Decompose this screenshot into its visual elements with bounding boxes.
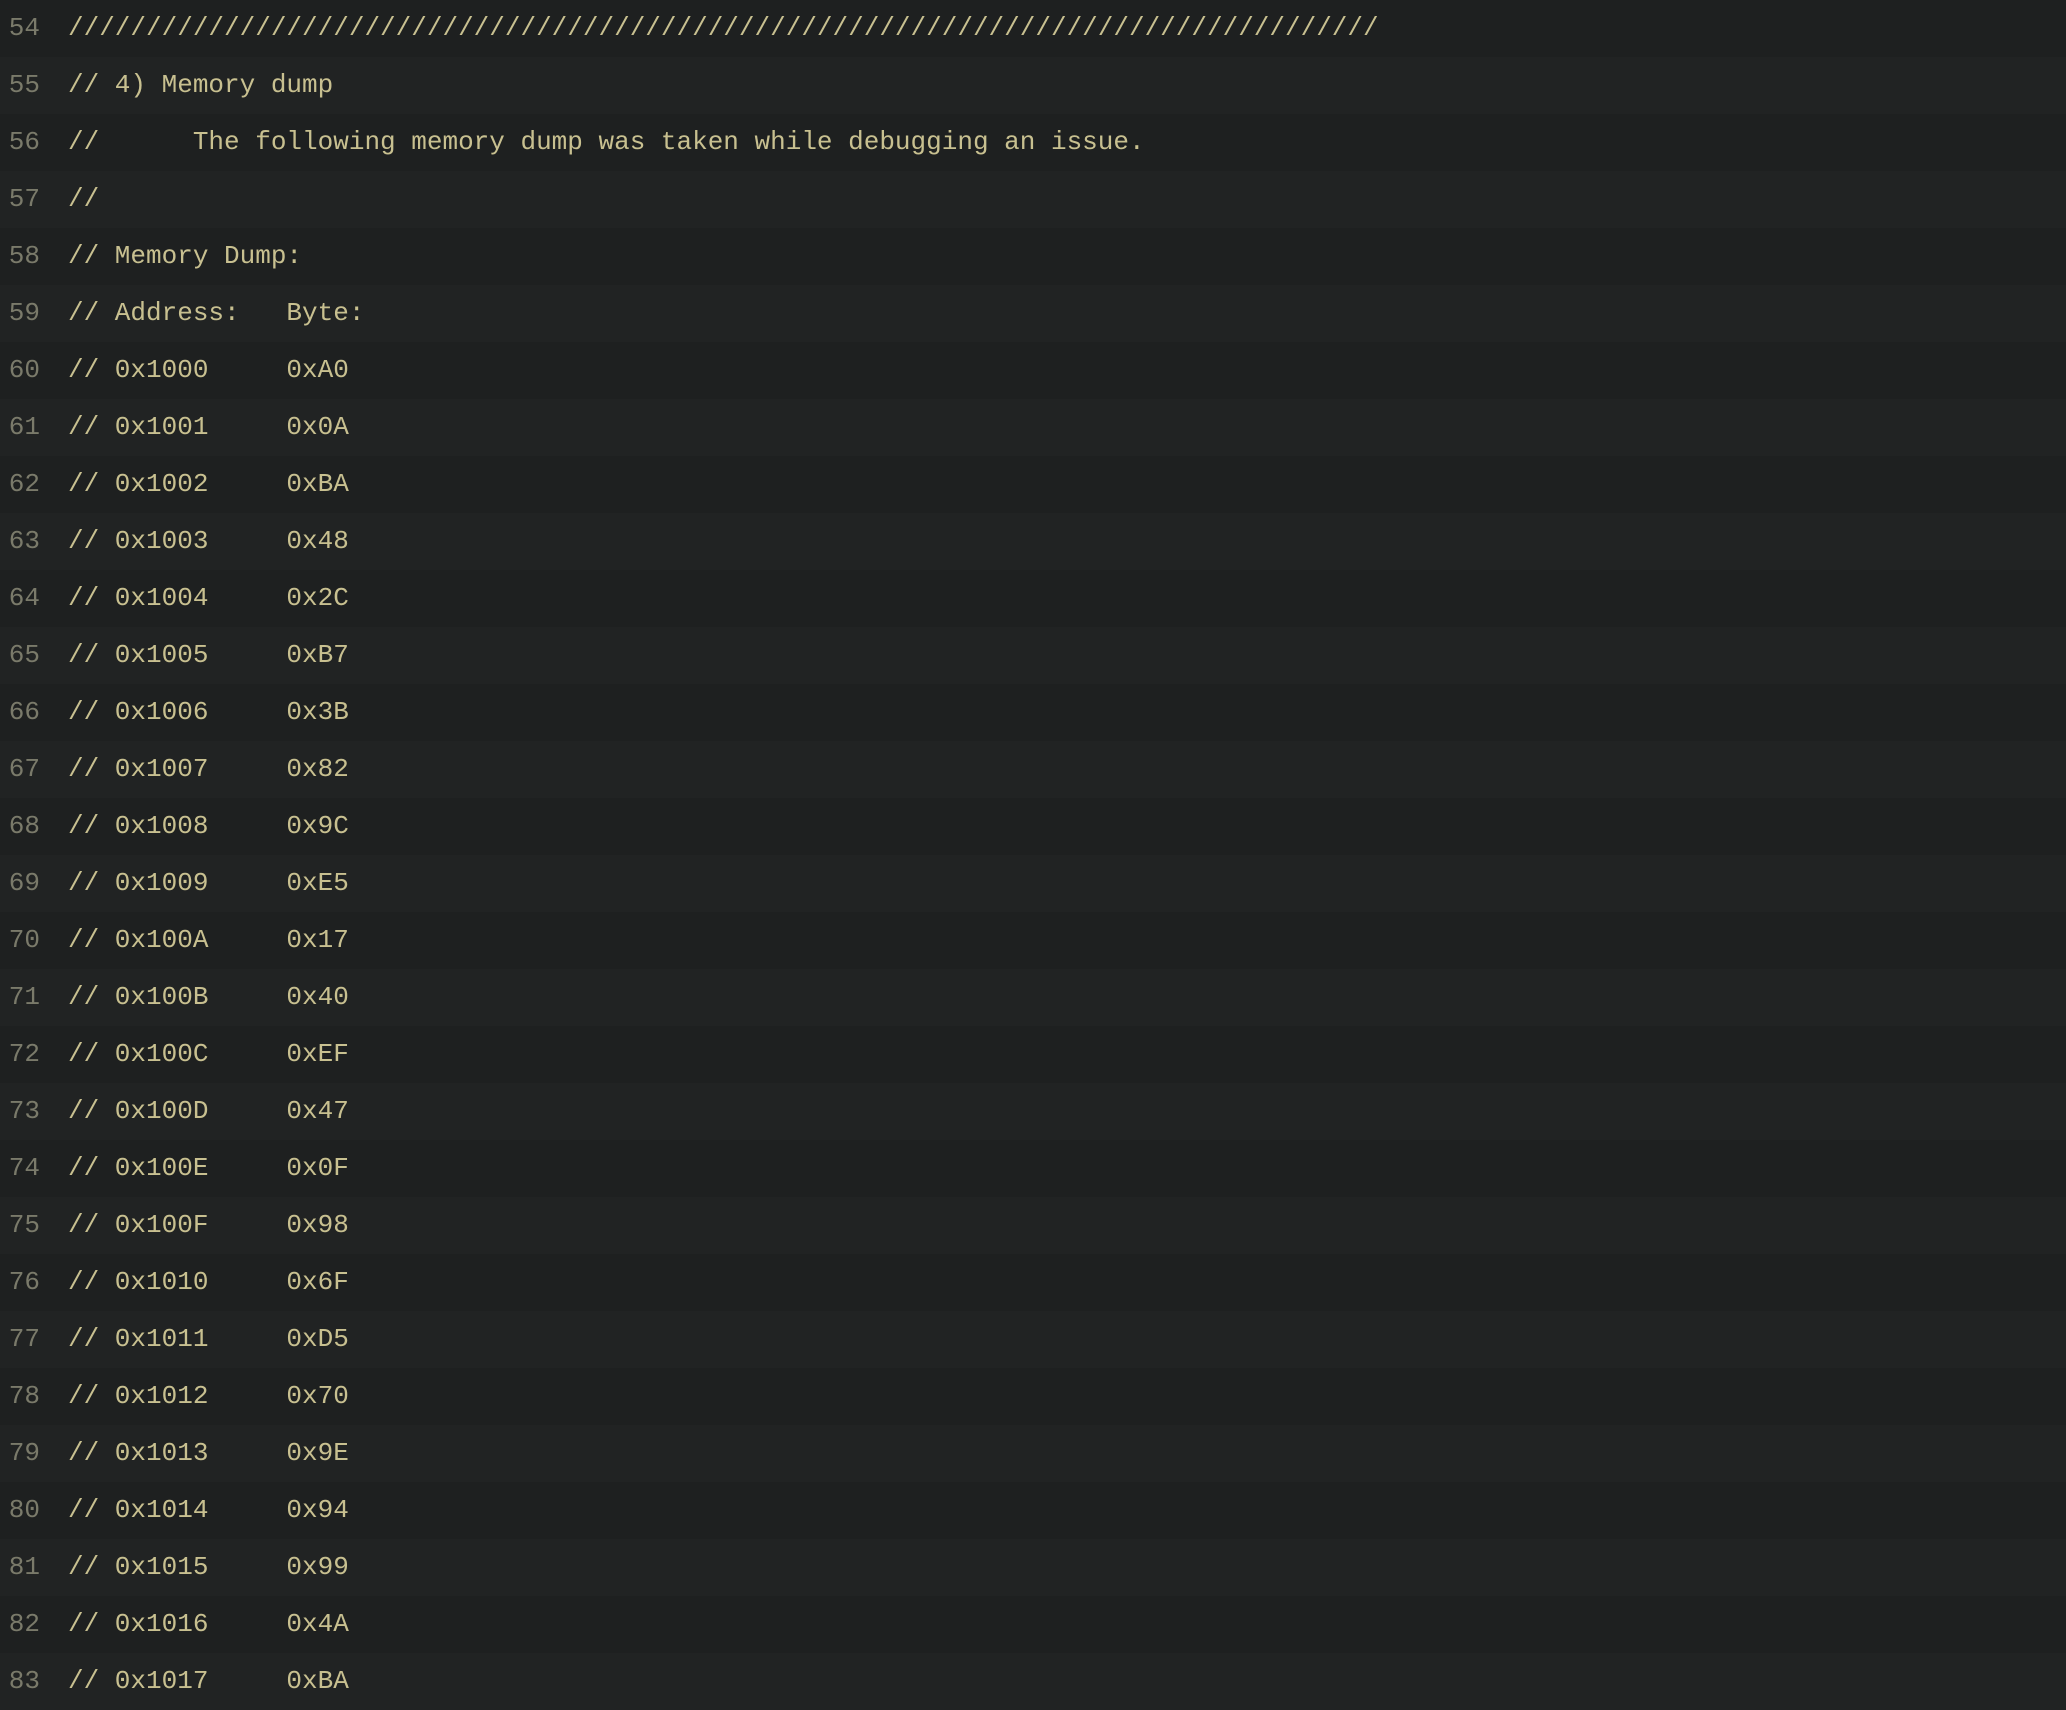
line-content: ////////////////////////////////////////… — [68, 0, 2066, 57]
line-content: // 0x1001 0x0A — [68, 399, 2066, 456]
line-number: 61 — [0, 399, 68, 456]
line-number: 68 — [0, 798, 68, 855]
line-content: // 0x1014 0x94 — [68, 1482, 2066, 1539]
code-line: 72// 0x100C 0xEF — [0, 1026, 2066, 1083]
line-content: // 0x100B 0x40 — [68, 969, 2066, 1026]
line-content: // 0x100A 0x17 — [68, 912, 2066, 969]
line-number: 54 — [0, 0, 68, 57]
code-line: 71// 0x100B 0x40 — [0, 969, 2066, 1026]
code-line: 69// 0x1009 0xE5 — [0, 855, 2066, 912]
line-number: 60 — [0, 342, 68, 399]
line-content: // 0x1017 0xBA — [68, 1653, 2066, 1710]
line-content: // 0x1016 0x4A — [68, 1596, 2066, 1653]
line-content: // 0x1015 0x99 — [68, 1539, 2066, 1596]
line-content: // 0x1005 0xB7 — [68, 627, 2066, 684]
line-content: // 0x1010 0x6F — [68, 1254, 2066, 1311]
code-line: 82// 0x1016 0x4A — [0, 1596, 2066, 1653]
line-number: 63 — [0, 513, 68, 570]
line-content: // — [68, 171, 2066, 228]
line-number: 69 — [0, 855, 68, 912]
line-number: 73 — [0, 1083, 68, 1140]
code-line: 64// 0x1004 0x2C — [0, 570, 2066, 627]
line-number: 62 — [0, 456, 68, 513]
code-line: 74// 0x100E 0x0F — [0, 1140, 2066, 1197]
code-line: 75// 0x100F 0x98 — [0, 1197, 2066, 1254]
line-content: // 0x1011 0xD5 — [68, 1311, 2066, 1368]
line-number: 72 — [0, 1026, 68, 1083]
code-line: 73// 0x100D 0x47 — [0, 1083, 2066, 1140]
code-line: 76// 0x1010 0x6F — [0, 1254, 2066, 1311]
line-content: // 0x1009 0xE5 — [68, 855, 2066, 912]
line-content: // 0x1004 0x2C — [68, 570, 2066, 627]
code-line: 61// 0x1001 0x0A — [0, 399, 2066, 456]
line-content: // 0x100C 0xEF — [68, 1026, 2066, 1083]
code-line: 81// 0x1015 0x99 — [0, 1539, 2066, 1596]
line-number: 79 — [0, 1425, 68, 1482]
line-content: // 0x1003 0x48 — [68, 513, 2066, 570]
line-content: // 0x1013 0x9E — [68, 1425, 2066, 1482]
line-number: 67 — [0, 741, 68, 798]
line-content: // 0x100F 0x98 — [68, 1197, 2066, 1254]
line-content: // 0x100E 0x0F — [68, 1140, 2066, 1197]
line-number: 64 — [0, 570, 68, 627]
code-line: 66// 0x1006 0x3B — [0, 684, 2066, 741]
code-line: 60// 0x1000 0xA0 — [0, 342, 2066, 399]
line-number: 80 — [0, 1482, 68, 1539]
code-line: 57// — [0, 171, 2066, 228]
code-line: 77// 0x1011 0xD5 — [0, 1311, 2066, 1368]
code-line: 63// 0x1003 0x48 — [0, 513, 2066, 570]
code-line: 68// 0x1008 0x9C — [0, 798, 2066, 855]
line-number: 78 — [0, 1368, 68, 1425]
line-number: 82 — [0, 1596, 68, 1653]
line-content: // 0x1012 0x70 — [68, 1368, 2066, 1425]
line-number: 56 — [0, 114, 68, 171]
code-line: 55// 4) Memory dump — [0, 57, 2066, 114]
code-line: 78// 0x1012 0x70 — [0, 1368, 2066, 1425]
code-line: 65// 0x1005 0xB7 — [0, 627, 2066, 684]
code-line: 54//////////////////////////////////////… — [0, 0, 2066, 57]
line-number: 66 — [0, 684, 68, 741]
code-line: 79// 0x1013 0x9E — [0, 1425, 2066, 1482]
line-content: // Address: Byte: — [68, 285, 2066, 342]
line-content: // 4) Memory dump — [68, 57, 2066, 114]
code-line: 59// Address: Byte: — [0, 285, 2066, 342]
line-content: // 0x1007 0x82 — [68, 741, 2066, 798]
code-editor: 54//////////////////////////////////////… — [0, 0, 2066, 1710]
line-number: 58 — [0, 228, 68, 285]
line-number: 75 — [0, 1197, 68, 1254]
line-number: 57 — [0, 171, 68, 228]
line-content: // Memory Dump: — [68, 228, 2066, 285]
code-line: 62// 0x1002 0xBA — [0, 456, 2066, 513]
line-content: // 0x1002 0xBA — [68, 456, 2066, 513]
line-number: 65 — [0, 627, 68, 684]
line-content: // The following memory dump was taken w… — [68, 114, 2066, 171]
line-content: // 0x100D 0x47 — [68, 1083, 2066, 1140]
code-line: 80// 0x1014 0x94 — [0, 1482, 2066, 1539]
line-number: 55 — [0, 57, 68, 114]
code-line: 58// Memory Dump: — [0, 228, 2066, 285]
line-content: // 0x1000 0xA0 — [68, 342, 2066, 399]
line-number: 74 — [0, 1140, 68, 1197]
line-number: 76 — [0, 1254, 68, 1311]
line-content: // 0x1006 0x3B — [68, 684, 2066, 741]
line-content: // 0x1008 0x9C — [68, 798, 2066, 855]
line-number: 77 — [0, 1311, 68, 1368]
line-number: 83 — [0, 1653, 68, 1710]
line-number: 59 — [0, 285, 68, 342]
line-number: 71 — [0, 969, 68, 1026]
line-number: 70 — [0, 912, 68, 969]
code-line: 83// 0x1017 0xBA — [0, 1653, 2066, 1710]
line-number: 81 — [0, 1539, 68, 1596]
code-line: 67// 0x1007 0x82 — [0, 741, 2066, 798]
code-line: 70// 0x100A 0x17 — [0, 912, 2066, 969]
code-line: 56// The following memory dump was taken… — [0, 114, 2066, 171]
